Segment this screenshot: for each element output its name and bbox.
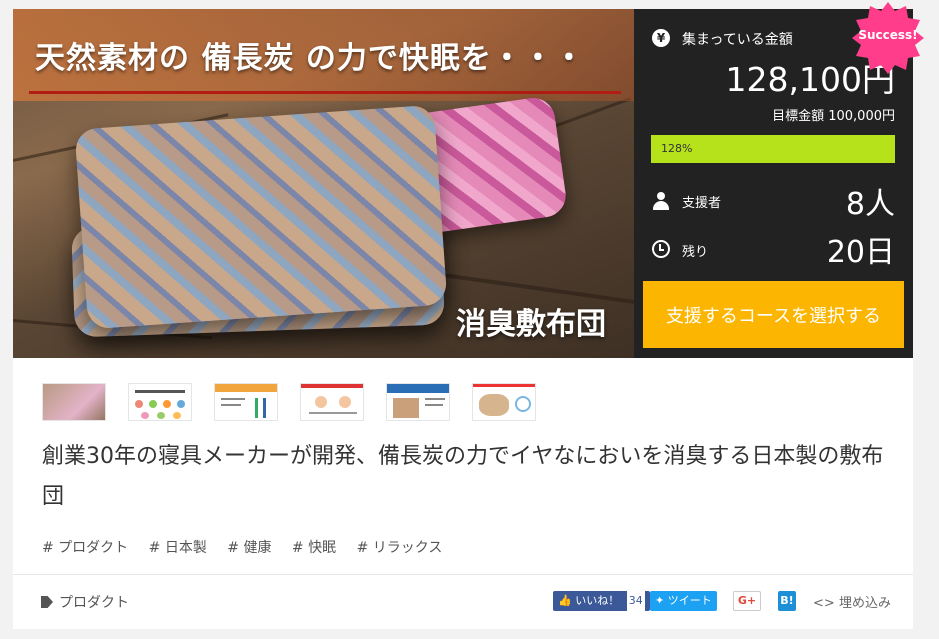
embed-label: 埋め込み — [838, 596, 891, 611]
hero-subtitle: 消臭敷布団 — [456, 307, 606, 342]
tag-product[interactable]: # プロダクト — [42, 537, 128, 557]
like-count: 34 — [626, 591, 645, 611]
tag-icon — [41, 596, 53, 608]
hero-headline: 天然素材の 備長炭 の力で快眠を・・・ — [35, 41, 585, 76]
project-main-image: 天然素材の 備長炭 の力で快眠を・・・ 消臭敷布団 — [13, 9, 634, 358]
thumbs-up-icon: 👍 — [558, 594, 572, 607]
tag-list: # プロダクト # 日本製 # 健康 # 快眠 # リラックス — [42, 537, 458, 557]
thumbnail-6[interactable] — [472, 383, 536, 421]
remaining-label: 残り — [682, 245, 709, 260]
funding-stats-panel: ¥ 集まっている金額 128,100円 目標金額 100,000円 128% 支… — [634, 2, 924, 358]
facebook-like-button[interactable]: 👍 いいね！ 34 — [553, 591, 650, 611]
tag-health[interactable]: # 健康 — [227, 537, 271, 557]
success-badge: Success! — [850, 0, 926, 76]
hatena-bookmark-button[interactable]: B! — [778, 591, 796, 611]
tag-good-sleep[interactable]: # 快眠 — [292, 537, 336, 557]
thumbnail-5[interactable] — [386, 383, 450, 421]
code-brackets-icon: <> — [813, 596, 835, 611]
tag-made-in-japan[interactable]: # 日本製 — [149, 537, 207, 557]
embed-link[interactable]: <> 埋め込み — [813, 592, 891, 611]
futon-blue-top — [74, 104, 448, 330]
select-course-button[interactable]: 支援するコースを選択する — [643, 281, 904, 348]
supporters-label: 支援者 — [682, 196, 722, 211]
hero-underline — [29, 91, 621, 94]
collected-label: 集まっている金額 — [682, 32, 793, 48]
funding-progress-bar: 128% — [651, 135, 895, 163]
category-link[interactable]: プロダクト — [41, 592, 129, 612]
yen-icon: ¥ — [652, 29, 670, 47]
tag-relax[interactable]: # リラックス — [357, 537, 443, 557]
thumbnail-2[interactable] — [128, 383, 192, 421]
footer-divider — [13, 574, 913, 575]
tweet-label: ツイート — [667, 594, 712, 607]
google-plus-button[interactable]: G+ — [733, 591, 761, 611]
twitter-bird-icon: ✦ — [655, 594, 665, 607]
goal-amount: 目標金額 100,000円 — [772, 109, 895, 124]
remaining-value: 20日 — [826, 235, 895, 270]
tweet-button[interactable]: ✦ ツイート — [650, 591, 717, 611]
project-card: 天然素材の 備長炭 の力で快眠を・・・ 消臭敷布団 ¥ 集まっている金額 128… — [13, 2, 924, 629]
thumbnail-3[interactable] — [214, 383, 278, 421]
like-label: いいね！ — [575, 594, 620, 607]
thumbnail-4[interactable] — [300, 383, 364, 421]
person-icon — [653, 192, 669, 210]
clock-icon — [652, 240, 670, 258]
success-badge-text: Success! — [858, 28, 918, 42]
thumbnail-1[interactable] — [42, 383, 106, 421]
project-title: 創業30年の寝具メーカーが開発、備長炭の力でイヤなにおいを消臭する日本製の敷布団 — [42, 444, 884, 509]
progress-text: 128% — [661, 142, 693, 155]
category-label: プロダクト — [59, 595, 129, 611]
supporters-value: 8人 — [845, 187, 895, 222]
